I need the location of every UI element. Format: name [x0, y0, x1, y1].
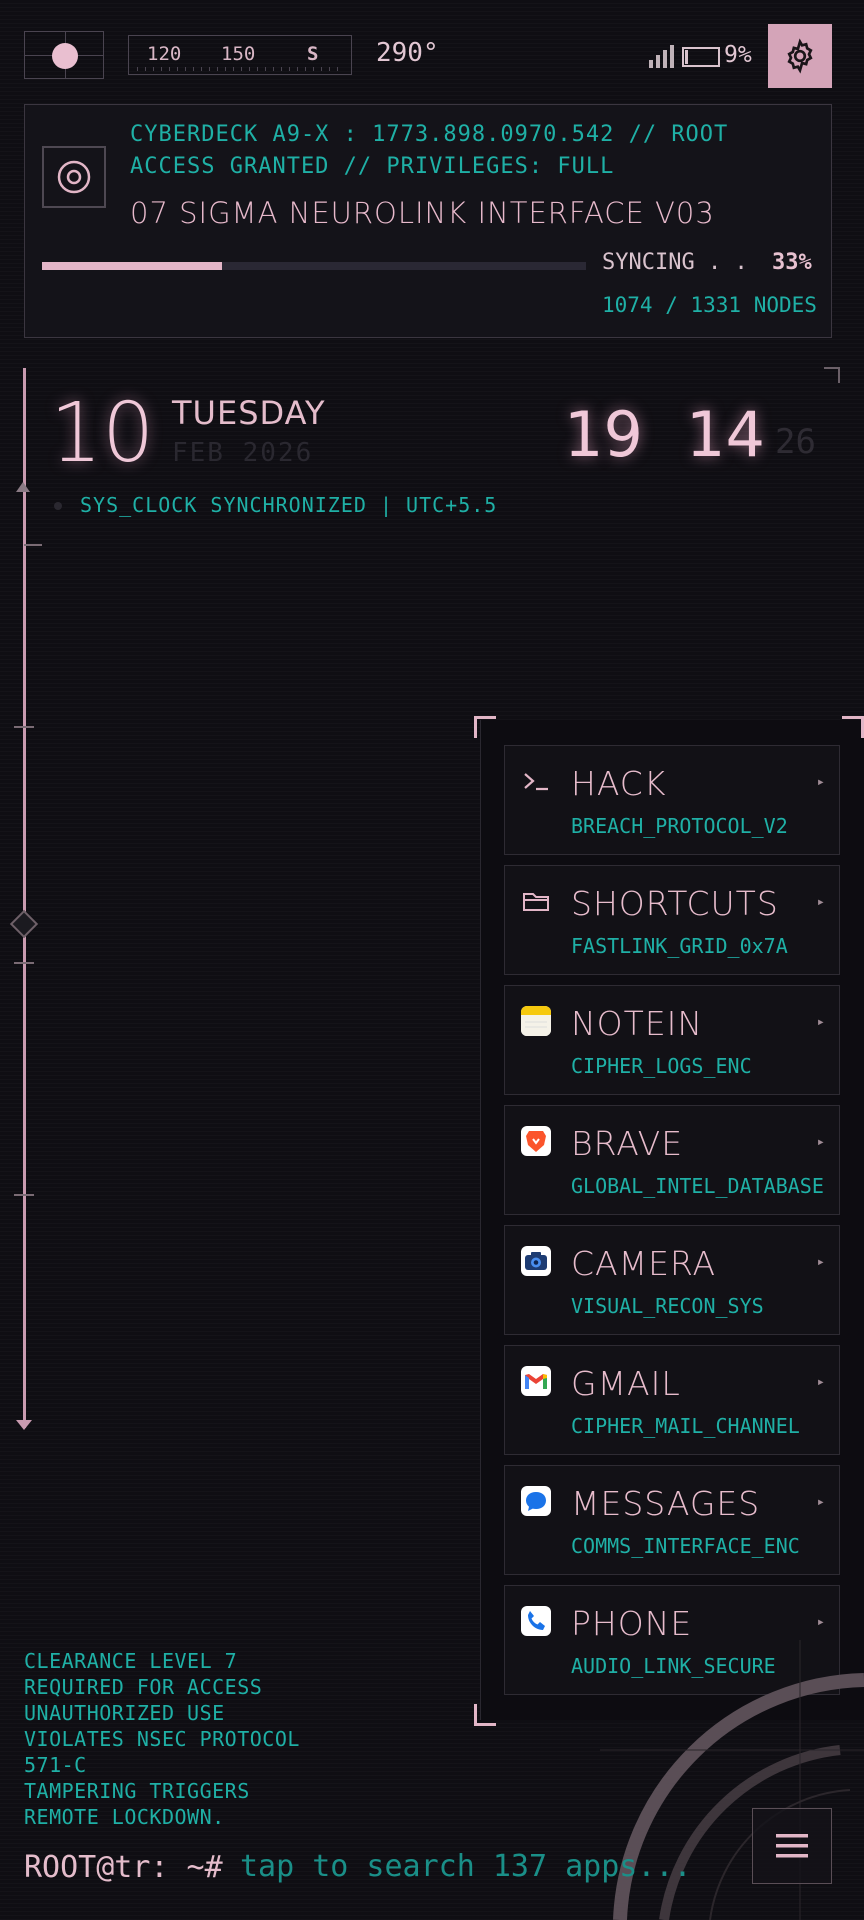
chevron-right-icon: ▸ [816, 1494, 825, 1510]
signal-icon [649, 45, 674, 68]
menu-button[interactable] [752, 1808, 832, 1884]
app-subtitle: CIPHER_MAIL_CHANNEL [571, 1414, 800, 1438]
app-item-camera[interactable]: CAMERA VISUAL_RECON_SYS ▸ [504, 1225, 840, 1335]
terminal-prompt: ROOT@tr: ~# [24, 1850, 223, 1885]
app-item-messages[interactable]: MESSAGES COMMS_INTERFACE_ENC ▸ [504, 1465, 840, 1575]
battery-icon [682, 47, 720, 67]
chevron-right-icon: ▸ [816, 774, 825, 790]
ruler-label: 150 [221, 43, 256, 65]
chevron-right-icon: ▸ [816, 1374, 825, 1390]
device-id: CYBERDECK A9-X : 1773.898.0970.542 // RO… [130, 122, 729, 147]
ruler-label: 120 [147, 43, 182, 65]
rail-tick [14, 1194, 34, 1196]
gear-icon [787, 38, 813, 74]
app-item-notein[interactable]: NOTEIN CIPHER_LOGS_ENC ▸ [504, 985, 840, 1095]
app-subtitle: COMMS_INTERFACE_ENC [571, 1534, 800, 1558]
chevron-right-icon: ▸ [816, 1614, 825, 1630]
clock-hour: 19 [564, 398, 643, 471]
corner-bracket [824, 367, 840, 383]
messages-icon [521, 1486, 551, 1516]
warning-line: CLEARANCE LEVEL 7 [24, 1649, 238, 1673]
app-subtitle: FASTLINK_GRID_0x7A [571, 934, 788, 958]
corner-bracket [474, 716, 496, 738]
rail-tick [24, 544, 42, 546]
app-subtitle: CIPHER_LOGS_ENC [571, 1054, 752, 1078]
app-name: PHONE [571, 1604, 693, 1643]
rail-tick [14, 726, 34, 728]
app-name: CAMERA [571, 1244, 717, 1283]
app-search-input[interactable] [240, 1846, 720, 1886]
clearance-warning: CLEARANCE LEVEL 7 REQUIRED FOR ACCESS UN… [24, 1648, 300, 1830]
app-name: MESSAGES [571, 1484, 761, 1523]
month-year: FEB 2026 [172, 438, 314, 468]
sync-progress-fill [42, 262, 222, 270]
weekday: TUESDAY [172, 394, 326, 432]
hamburger-icon [776, 1834, 808, 1858]
warning-line: REMOTE LOCKDOWN. [24, 1805, 225, 1829]
rail-tick [14, 962, 34, 964]
clock-second: 26 [775, 422, 816, 462]
sync-label: SYNCING . . [602, 250, 748, 275]
app-item-brave[interactable]: BRAVE GLOBAL_INTEL_DATABASE ▸ [504, 1105, 840, 1215]
warning-line: UNAUTHORIZED USE [24, 1701, 225, 1725]
chevron-right-icon: ▸ [816, 1254, 825, 1270]
app-name: SHORTCUTS [571, 884, 779, 923]
date-day: 10 [50, 386, 155, 481]
gmail-icon [521, 1366, 551, 1396]
battery-percent: 9% [724, 42, 752, 68]
corner-bracket [474, 1704, 496, 1726]
phone-icon [521, 1606, 551, 1636]
rail-end-arrow [16, 1420, 32, 1430]
status-indicator [24, 31, 104, 79]
camera-icon [521, 1246, 551, 1276]
corner-bracket [842, 716, 864, 738]
app-subtitle: BREACH_PROTOCOL_V2 [571, 814, 788, 838]
app-item-hack[interactable]: HACK BREACH_PROTOCOL_V2 ▸ [504, 745, 840, 855]
ruler-label: S [307, 43, 319, 65]
app-subtitle: GLOBAL_INTEL_DATABASE [571, 1174, 824, 1198]
clock-minute: 14 [686, 398, 765, 471]
rail-top-arrow [16, 482, 30, 492]
app-name: GMAIL [571, 1364, 681, 1403]
rail-handle[interactable] [9, 909, 39, 939]
app-name: NOTEIN [571, 1004, 704, 1043]
warning-line: VIOLATES NSEC PROTOCOL [24, 1727, 300, 1751]
app-name: HACK [571, 764, 667, 803]
notes-icon [521, 1006, 551, 1036]
app-name: BRAVE [571, 1124, 684, 1163]
interface-title: 07 SIGMA NEUROLINK INTERFACE V03 [130, 196, 715, 230]
clock-status: SYS_CLOCK SYNCHRONIZED | UTC+5.5 [80, 493, 498, 517]
folder-icon [521, 886, 551, 916]
warning-line: REQUIRED FOR ACCESS [24, 1675, 263, 1699]
scroll-rail[interactable] [23, 368, 26, 1428]
terminal-icon [521, 766, 551, 796]
target-icon [42, 146, 106, 208]
brave-icon [521, 1126, 551, 1156]
sync-percent: 33% [772, 250, 812, 275]
access-status: ACCESS GRANTED // PRIVILEGES: FULL [130, 154, 615, 179]
chevron-right-icon: ▸ [816, 894, 825, 910]
chevron-right-icon: ▸ [816, 1014, 825, 1030]
warning-line: 571-C [24, 1753, 87, 1777]
app-subtitle: VISUAL_RECON_SYS [571, 1294, 764, 1318]
settings-button[interactable] [768, 24, 832, 88]
status-dot [54, 502, 62, 510]
chevron-right-icon: ▸ [816, 1134, 825, 1150]
compass-ruler: 120 150 S [128, 35, 352, 75]
heading-readout: 290° [376, 38, 439, 68]
warning-line: TAMPERING TRIGGERS [24, 1779, 250, 1803]
app-item-gmail[interactable]: GMAIL CIPHER_MAIL_CHANNEL ▸ [504, 1345, 840, 1455]
app-item-shortcuts[interactable]: SHORTCUTS FASTLINK_GRID_0x7A ▸ [504, 865, 840, 975]
node-count: 1074 / 1331 NODES [602, 293, 817, 317]
